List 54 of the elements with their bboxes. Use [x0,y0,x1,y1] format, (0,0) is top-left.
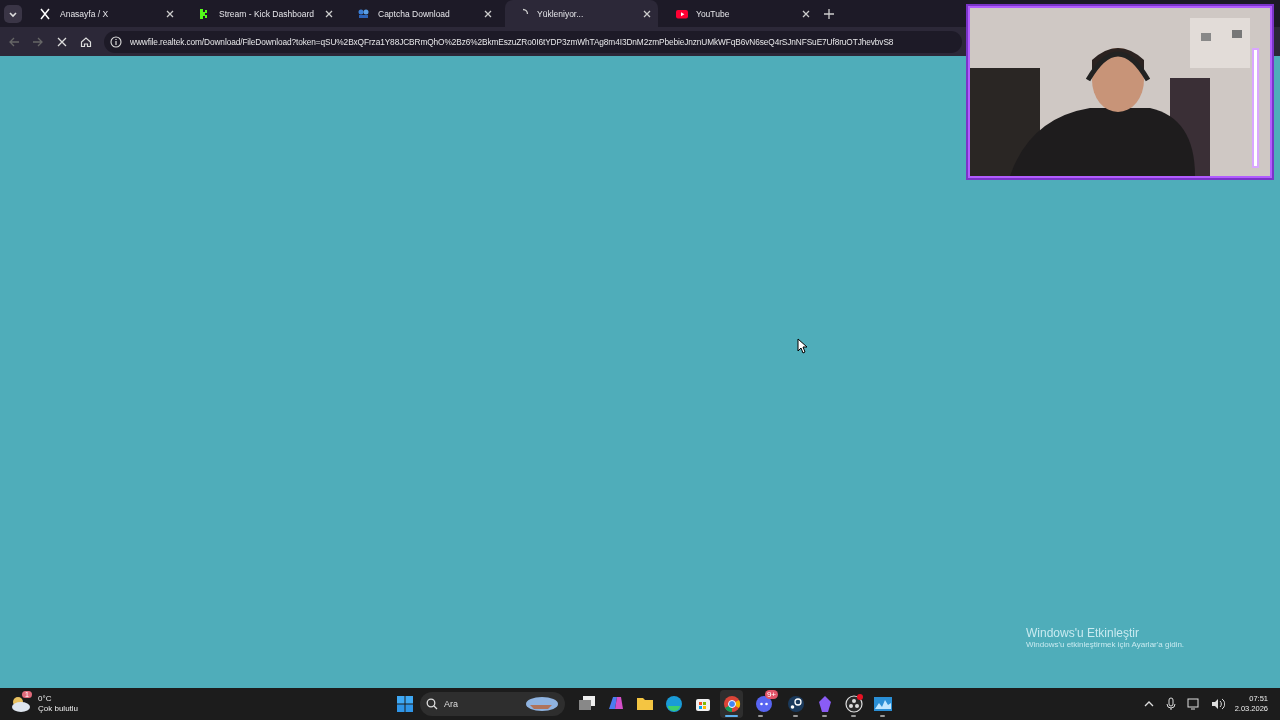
running-indicator [851,715,856,717]
logo-icon [358,7,370,20]
activation-title: Windows'u Etkinleştir [1026,626,1140,640]
weather-condition: Çok bulutlu [38,704,79,714]
tab-title: Stream - Kick Dashboard [219,8,315,19]
activation-text: Windows'u etkinleştirmek için Ayarlar'a gidin. [1026,640,1185,649]
tab-title: YouTube [696,8,731,19]
close-icon[interactable] [483,8,493,19]
running-indicator [793,715,798,717]
running-indicator [725,715,738,717]
search-field[interactable]: Ara [420,692,565,716]
info-icon [110,35,122,48]
tab-list-button[interactable] [4,4,22,23]
play-logo-icon [676,7,688,20]
windows-start-icon[interactable] [396,695,414,713]
temperature: 0°C [38,694,53,704]
taskbar-app-button[interactable] [720,690,743,718]
tab-title: Captcha Download [378,8,451,19]
running-indicator [758,715,763,717]
tab-title: Yükleniyor... [537,8,585,19]
taskbar-app-button[interactable]: 9+ [749,690,778,718]
microphone-icon[interactable] [1164,697,1177,711]
tab-title: Anasayfa / X [60,8,110,19]
notification-badge: 9+ [764,690,778,699]
browser-tab[interactable]: Anasayfa / X [28,0,181,27]
game-controller-icon [753,694,774,714]
address-field[interactable]: wwwfile.realtek.com/Download/FileDownload?token=qSU%2BxQFrza1Y88JCBRmQhO%2Bz6%2BkmEszuZRo0I6tYDP3zmWhTAg8m4I3DnM2zmPbebieJnznUMkWFqB6vN6seQ4rSJnNFSuE7Uf8ruOTJhevbvS8 [104,30,962,53]
browser-tab[interactable]: Stream - Kick Dashboard [187,0,340,27]
stop-icon[interactable] [56,35,68,48]
mouse-cursor-icon [797,338,809,354]
running-indicator [822,715,827,717]
boat-illustration-icon [525,696,559,712]
network-icon[interactable] [1186,698,1201,710]
home-icon[interactable] [80,35,92,48]
forward-icon[interactable] [32,35,44,48]
record-circle-icon [843,694,864,714]
browser-swirl-icon [663,694,684,714]
chart-window-icon [872,694,893,714]
running-indicator [880,715,885,717]
browser-tab[interactable]: Yükleniyor... [505,0,658,27]
back-icon[interactable] [8,35,20,48]
close-icon[interactable] [642,8,652,19]
new-tab-icon[interactable] [823,7,835,20]
close-icon[interactable] [324,8,334,19]
browser-tab[interactable]: YouTube [664,0,817,27]
cloud-moon-icon [10,695,32,713]
close-icon[interactable] [165,8,175,19]
browser-tab[interactable]: Captcha Download [346,0,499,27]
chrome-circle-icon [721,694,742,714]
x-logo-icon [40,7,52,20]
steam-wheel-icon [785,694,806,714]
search-icon [426,698,438,710]
speaker-icon[interactable] [1210,698,1225,710]
close-icon[interactable] [801,8,811,19]
